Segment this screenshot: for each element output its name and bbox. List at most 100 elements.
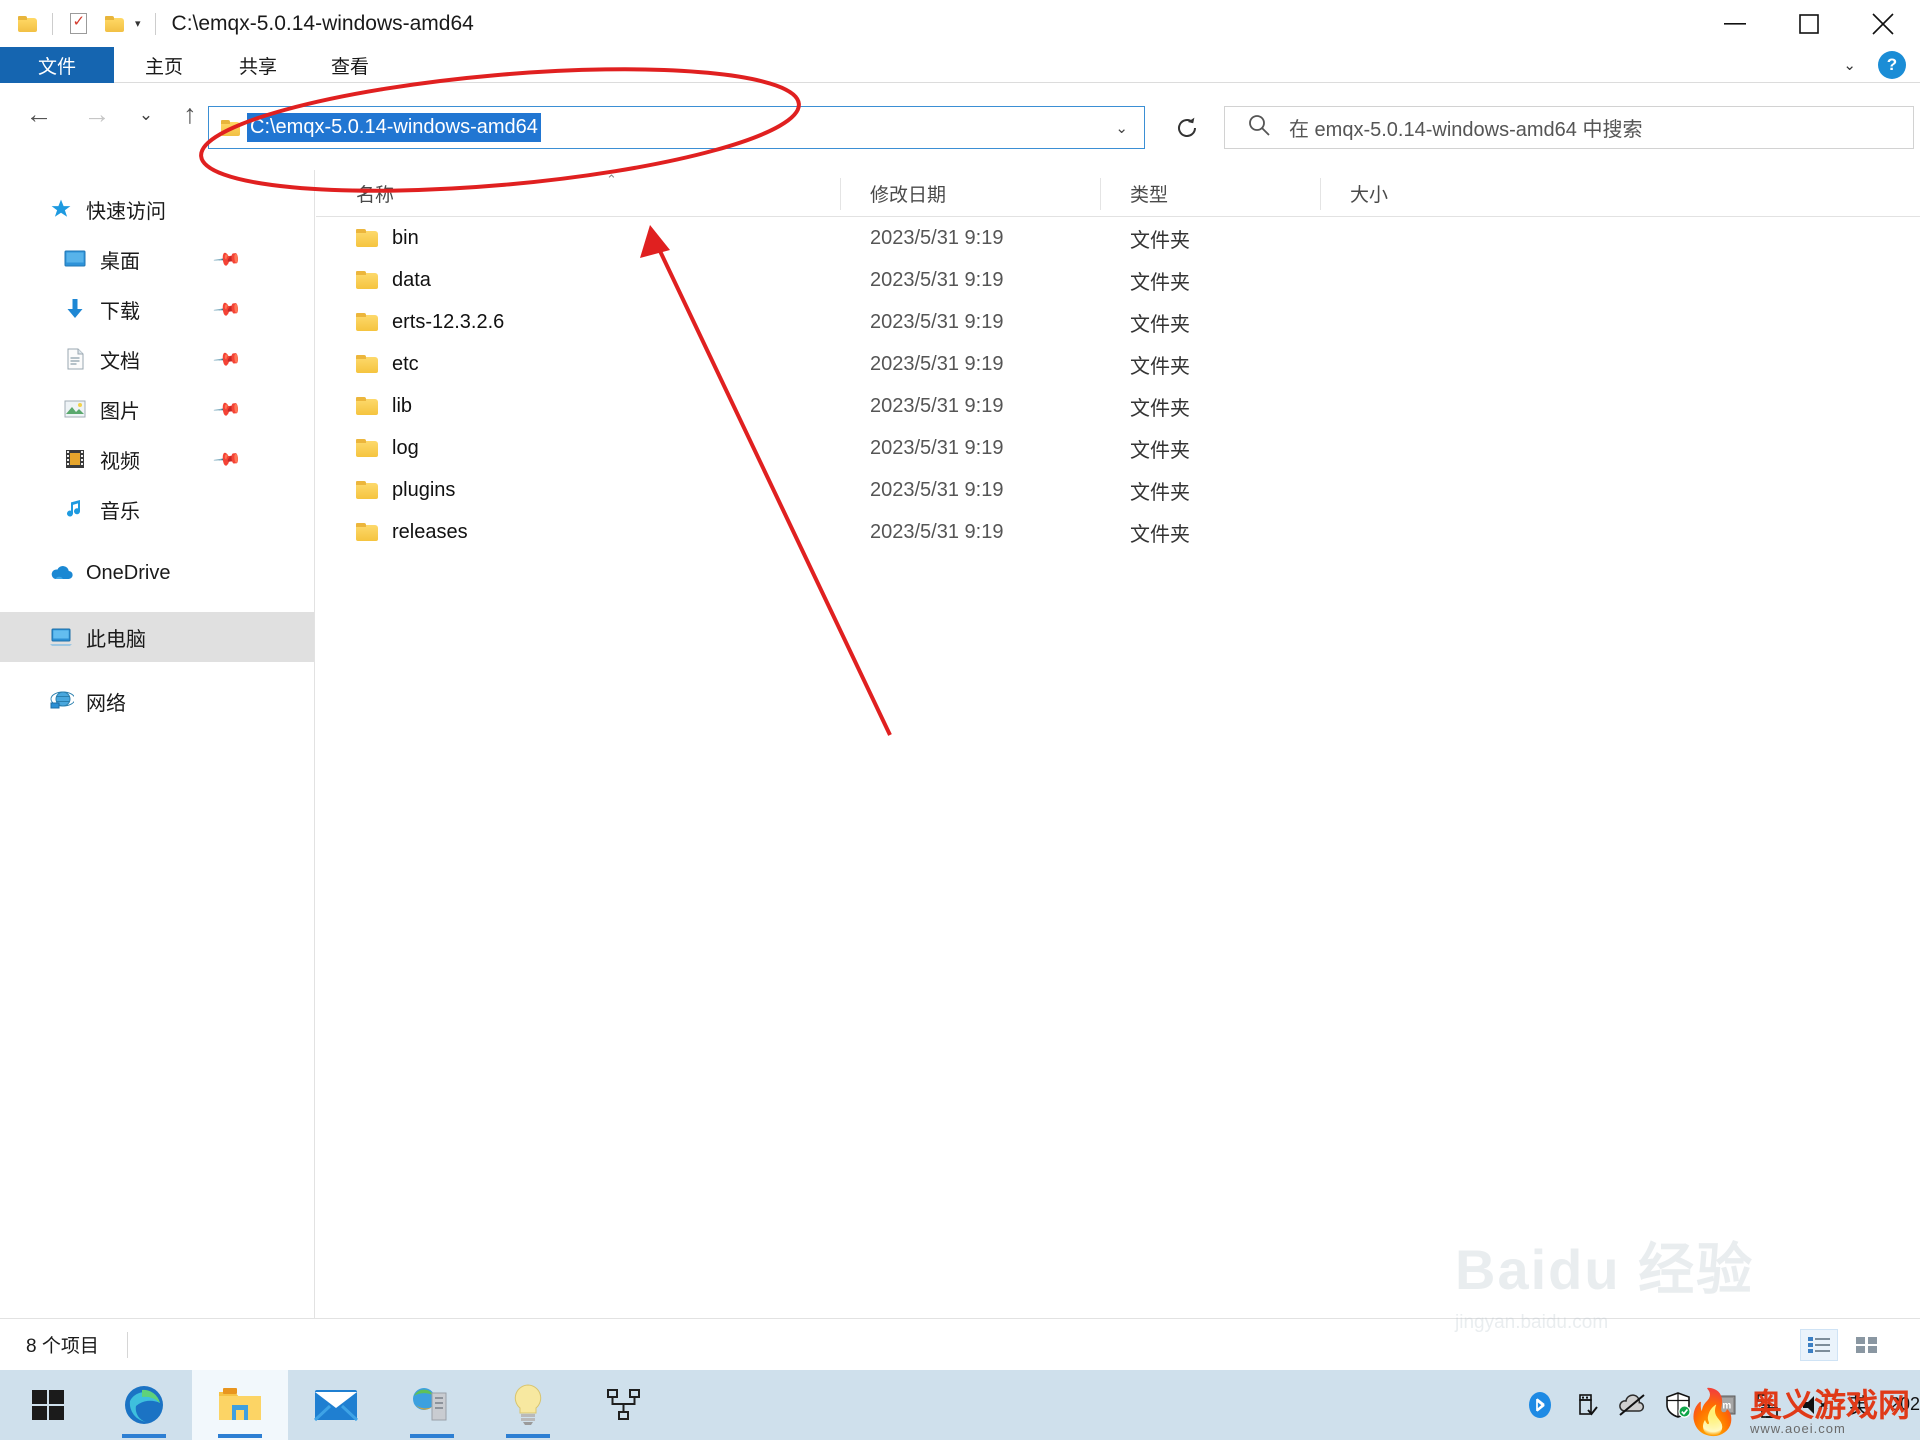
sidebar-label: 视频: [100, 450, 140, 473]
toolbar-divider: [52, 12, 53, 35]
column-divider[interactable]: [840, 178, 841, 210]
file-date-cell: 2023/5/31 9:19: [870, 520, 1004, 543]
folder-icon[interactable]: [10, 7, 44, 41]
usb-eject-icon[interactable]: [1563, 1370, 1609, 1440]
table-row[interactable]: log 2023/5/31 9:19 文件夹: [316, 427, 1920, 469]
address-bar[interactable]: C:\emqx-5.0.14-windows-amd64 ⌄: [208, 106, 1145, 149]
help-icon[interactable]: ?: [1878, 51, 1906, 79]
tab-file[interactable]: 文件: [0, 47, 114, 83]
maximize-button[interactable]: [1772, 0, 1846, 47]
arrow-up-icon: ↑: [183, 98, 197, 129]
sidebar-gap-2: [0, 598, 314, 612]
item-count-label: 8 个项目: [26, 1336, 99, 1357]
search-input[interactable]: 在 emqx-5.0.14-windows-amd64 中搜索: [1289, 113, 1642, 142]
column-header-date[interactable]: 修改日期: [840, 170, 946, 217]
idea-icon[interactable]: [480, 1370, 576, 1440]
file-name-cell[interactable]: lib: [356, 395, 412, 418]
forward-button[interactable]: →: [72, 84, 122, 144]
desktop-icon: [62, 246, 88, 272]
edge-icon[interactable]: [96, 1370, 192, 1440]
table-row[interactable]: releases 2023/5/31 9:19 文件夹: [316, 511, 1920, 553]
site-watermark-sub: www.aoei.com: [1749, 1420, 1846, 1436]
refresh-button[interactable]: [1160, 106, 1213, 149]
sidebar-item-this-pc[interactable]: 此电脑: [0, 612, 314, 662]
quick-access-toolbar: ▾: [0, 7, 162, 41]
table-row[interactable]: plugins 2023/5/31 9:19 文件夹: [316, 469, 1920, 511]
file-name-cell[interactable]: bin: [356, 227, 419, 250]
table-row[interactable]: bin 2023/5/31 9:19 文件夹: [316, 217, 1920, 259]
file-name-cell[interactable]: erts-12.3.2.6: [356, 311, 504, 334]
status-divider: [126, 1331, 128, 1358]
document-icon: [62, 346, 88, 372]
close-button[interactable]: [1846, 0, 1920, 47]
sidebar-item-pictures[interactable]: 图片 📌: [0, 384, 314, 434]
sidebar-item-desktop[interactable]: 桌面 📌: [0, 234, 314, 284]
pin-icon[interactable]: 📌: [211, 444, 242, 474]
table-row[interactable]: data 2023/5/31 9:19 文件夹: [316, 259, 1920, 301]
folder-icon: [356, 439, 378, 457]
file-type-cell: 文件夹: [1130, 271, 1190, 294]
recent-locations-button[interactable]: ⌄: [128, 84, 164, 144]
sidebar-label: 图片: [100, 400, 140, 423]
minimize-button[interactable]: [1698, 0, 1772, 47]
sidebar-item-documents[interactable]: 文档 📌: [0, 334, 314, 384]
search-box[interactable]: 在 emqx-5.0.14-windows-amd64 中搜索: [1224, 106, 1914, 149]
download-icon: [62, 296, 88, 322]
back-button[interactable]: ←: [14, 84, 64, 144]
bluetooth-icon[interactable]: [1517, 1370, 1563, 1440]
star-icon: [48, 196, 74, 222]
onedrive-offline-icon[interactable]: [1609, 1370, 1655, 1440]
chevron-down-icon-ribbon[interactable]: ⌄: [1843, 56, 1856, 74]
column-header-size[interactable]: 大小: [1320, 170, 1388, 217]
folder-icon: [356, 397, 378, 415]
navigation-pane: 快速访问 桌面 📌 下载 📌 文档 📌 图片 📌 视频 📌 音乐 OneDriv…: [0, 170, 315, 1318]
sidebar-item-quick-access[interactable]: 快速访问: [0, 184, 314, 234]
file-name-cell[interactable]: plugins: [356, 479, 455, 502]
file-name-cell[interactable]: data: [356, 269, 431, 292]
pin-icon[interactable]: 📌: [211, 294, 242, 324]
file-date-cell: 2023/5/31 9:19: [870, 268, 1004, 291]
sidebar-item-downloads[interactable]: 下载 📌: [0, 284, 314, 334]
table-row[interactable]: erts-12.3.2.6 2023/5/31 9:19 文件夹: [316, 301, 1920, 343]
pin-icon[interactable]: 📌: [211, 244, 242, 274]
chevron-down-icon-nav: ⌄: [138, 104, 154, 124]
sidebar-item-network[interactable]: 网络: [0, 676, 314, 726]
sidebar-item-music[interactable]: 音乐: [0, 484, 314, 534]
pin-icon[interactable]: 📌: [211, 344, 242, 374]
pin-icon[interactable]: 📌: [211, 394, 242, 424]
address-input[interactable]: C:\emqx-5.0.14-windows-amd64: [247, 113, 541, 142]
file-name-cell[interactable]: log: [356, 437, 419, 460]
running-indicator: [506, 1434, 550, 1438]
properties-icon[interactable]: [61, 7, 95, 41]
chevron-down-icon-address[interactable]: ⌄: [1115, 119, 1128, 137]
sidebar-item-videos[interactable]: 视频 📌: [0, 434, 314, 484]
network-tool-icon[interactable]: [576, 1370, 672, 1440]
file-type-cell: 文件夹: [1130, 523, 1190, 546]
file-name-cell[interactable]: etc: [356, 353, 419, 376]
new-folder-icon[interactable]: [97, 7, 131, 41]
large-icons-view-button[interactable]: [1848, 1329, 1886, 1361]
mail-icon[interactable]: [288, 1370, 384, 1440]
arrow-left-icon: ←: [25, 98, 53, 129]
file-type-cell: 文件夹: [1130, 439, 1190, 462]
table-row[interactable]: lib 2023/5/31 9:19 文件夹: [316, 385, 1920, 427]
tab-home[interactable]: 主页: [128, 47, 200, 83]
iis-manager-icon[interactable]: [384, 1370, 480, 1440]
column-divider[interactable]: [1320, 178, 1321, 210]
column-header-name[interactable]: 名称 ⌃: [356, 170, 617, 217]
tab-share[interactable]: 共享: [222, 47, 294, 83]
sidebar-item-onedrive[interactable]: OneDrive: [0, 548, 314, 598]
table-row[interactable]: etc 2023/5/31 9:19 文件夹: [316, 343, 1920, 385]
file-explorer-icon[interactable]: [192, 1370, 288, 1440]
up-button[interactable]: ↑: [170, 84, 210, 144]
column-header-type[interactable]: 类型: [1100, 170, 1168, 217]
chevron-down-icon[interactable]: ▾: [133, 17, 147, 30]
tab-view[interactable]: 查看: [314, 47, 386, 83]
details-view-button[interactable]: [1800, 1328, 1838, 1361]
window-controls: [1698, 0, 1920, 47]
file-name-cell[interactable]: releases: [356, 521, 468, 544]
file-date-cell: 2023/5/31 9:19: [870, 478, 1004, 501]
start-button[interactable]: [0, 1370, 96, 1440]
sidebar-label: OneDrive: [86, 561, 171, 584]
column-divider[interactable]: [1100, 178, 1101, 210]
